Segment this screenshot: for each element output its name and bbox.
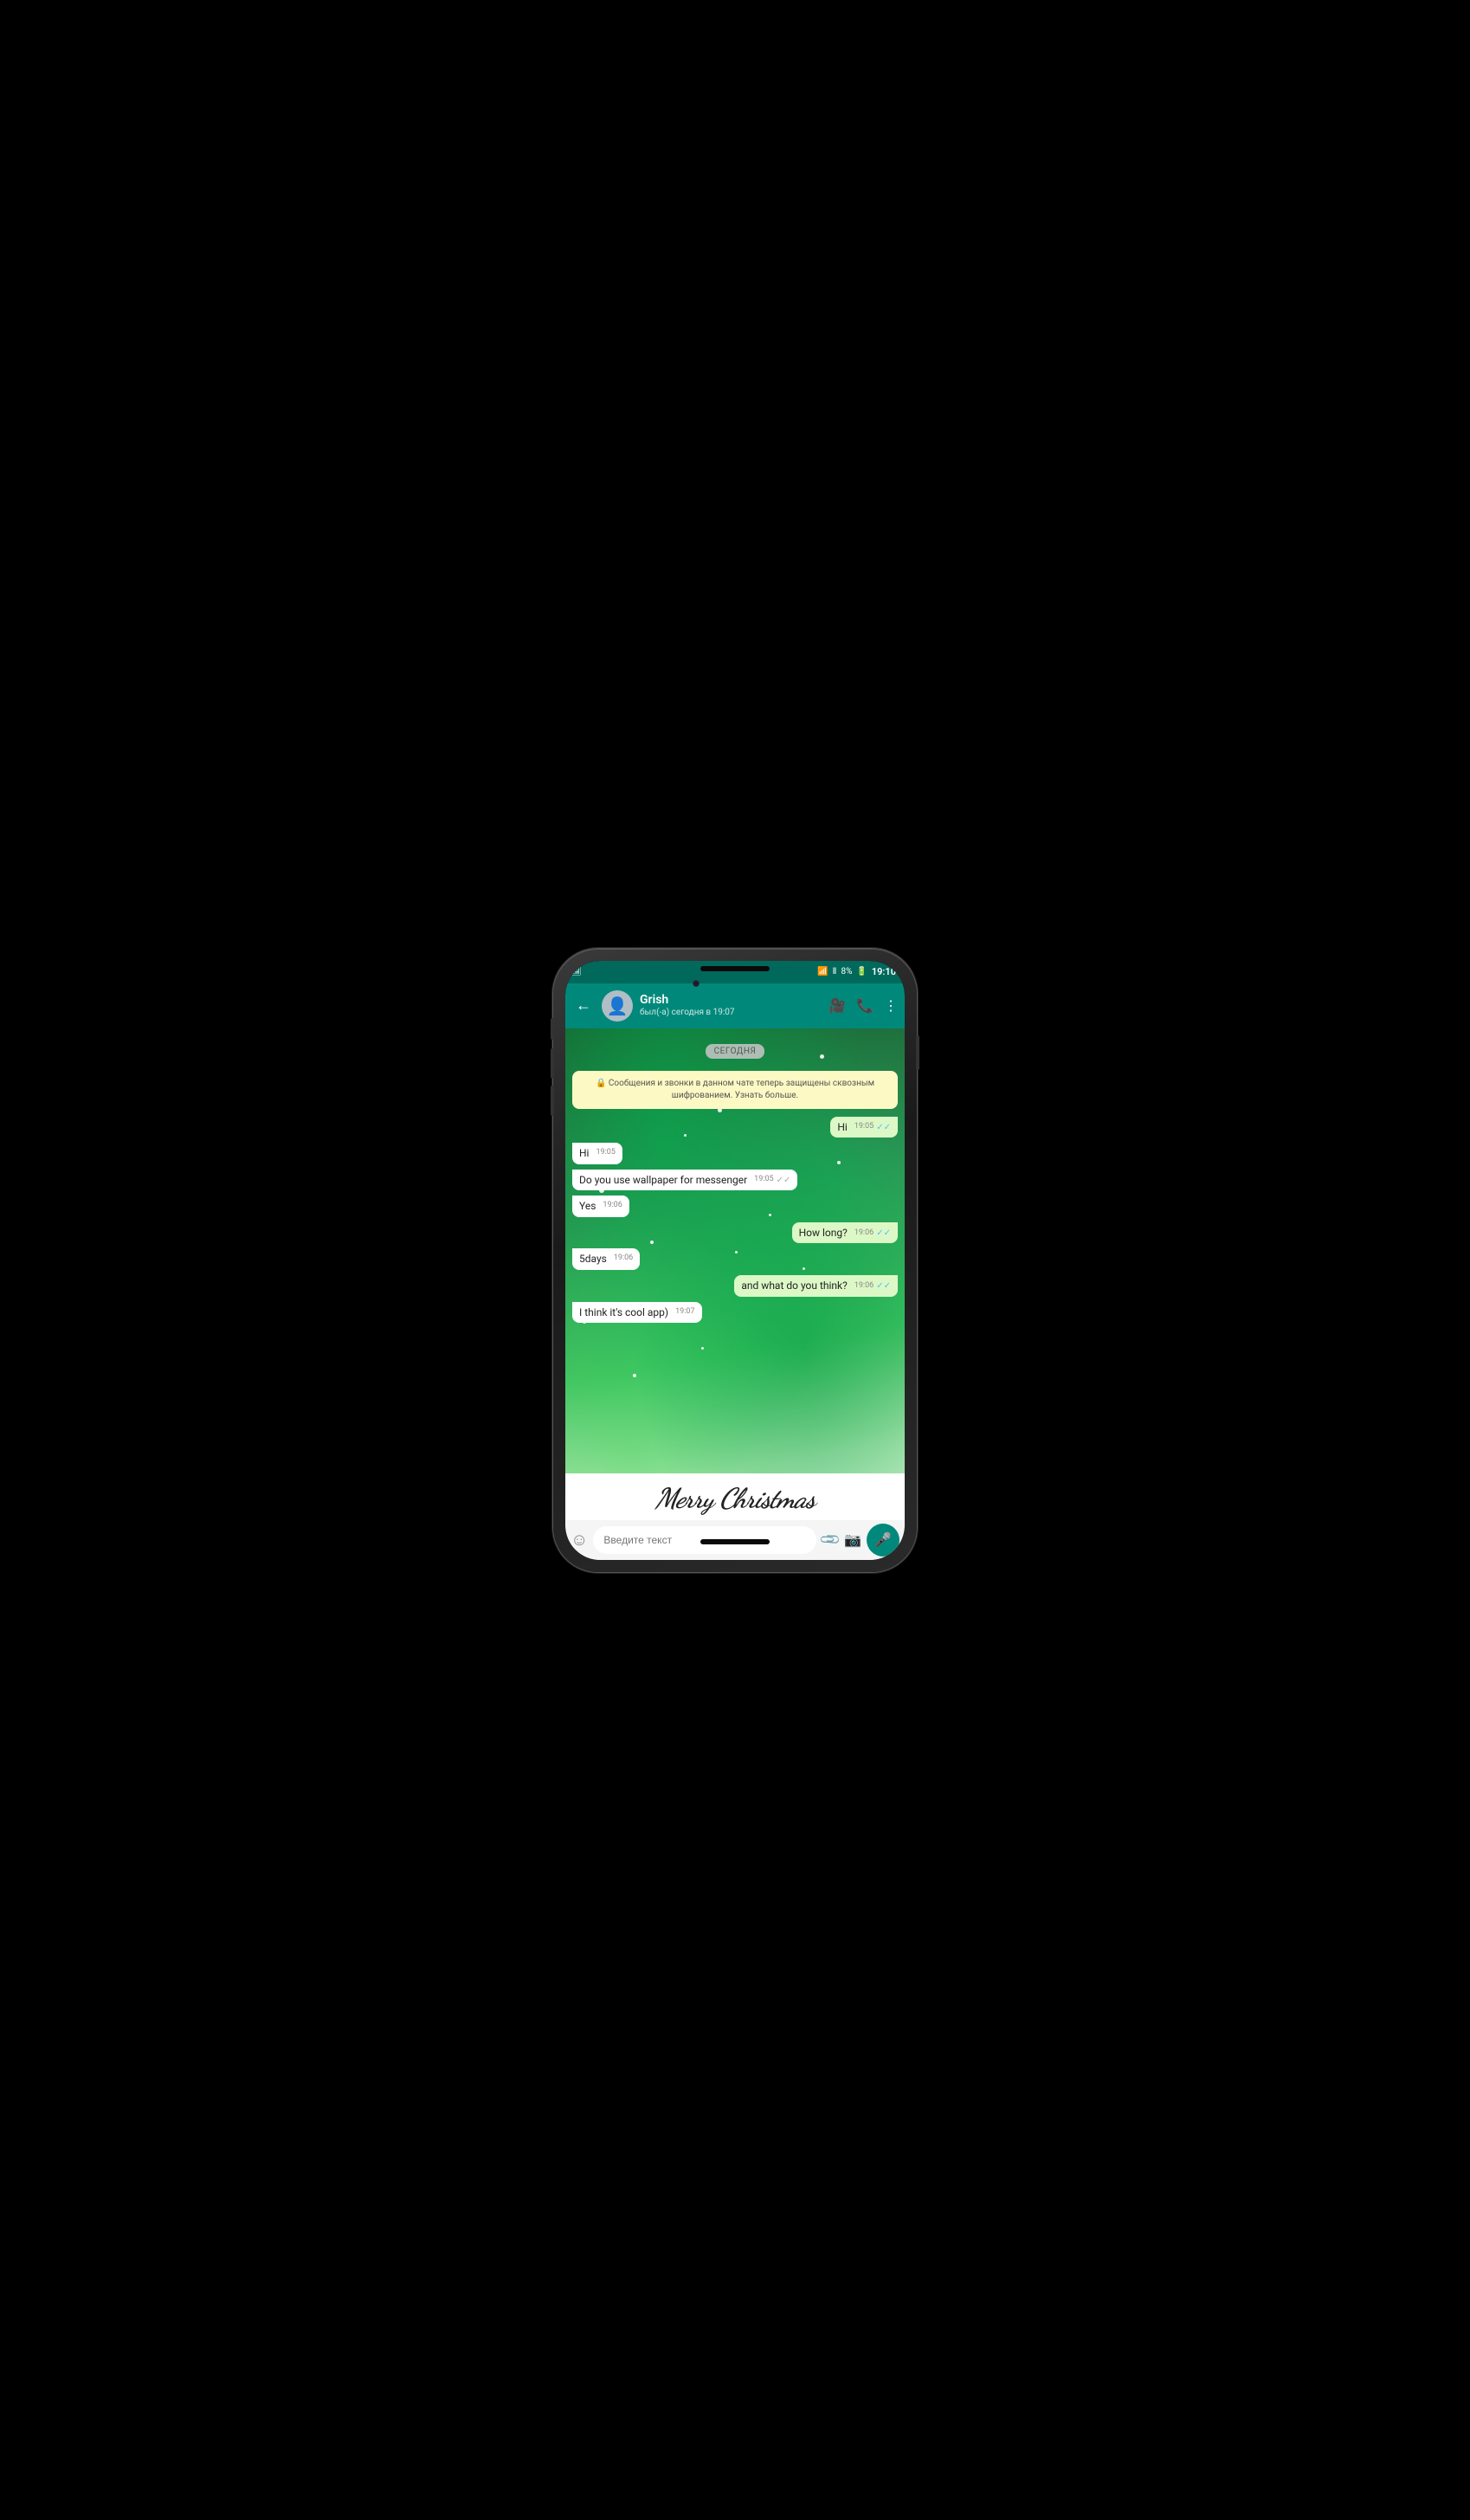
speaker-top	[700, 966, 770, 971]
bubble-meta: 19:06 ✓✓	[854, 1228, 891, 1239]
status-right: 📶 Ⅱ 8% 🔋 19:10	[817, 966, 896, 977]
message-text: How long?	[799, 1227, 848, 1239]
bubble-meta: 19:05 ✓✓	[754, 1175, 790, 1186]
message-text: I think it's cool app)	[579, 1306, 668, 1318]
avatar[interactable]: 👤	[602, 990, 633, 1022]
bubble-received: I think it's cool app) 19:07	[572, 1302, 702, 1324]
camera-button[interactable]: 📷	[844, 1531, 861, 1548]
message-time: 19:06	[854, 1228, 874, 1239]
message-text: Do you use wallpaper for messenger	[579, 1174, 747, 1186]
bubble-sent: and what do you think? 19:06 ✓✓	[734, 1275, 898, 1297]
message-time: 19:05	[596, 1148, 615, 1158]
header-actions: 🎥 📞 ⋮	[828, 997, 898, 1014]
battery-level: 8%	[841, 967, 852, 976]
message-time: 19:07	[675, 1307, 694, 1318]
encryption-notice: 🔒 Сообщения и звонки в данном чате тепер…	[572, 1071, 898, 1109]
bubble-meta: 19:06	[603, 1201, 622, 1211]
bubble-meta: 19:06	[614, 1254, 633, 1264]
back-button[interactable]: ←	[572, 993, 595, 1018]
power-button	[916, 1035, 919, 1070]
message-time: 19:05	[854, 1122, 874, 1132]
message-row: 5days 19:06	[572, 1248, 898, 1270]
bubble-sent: Hi 19:05 ✓✓	[830, 1117, 898, 1138]
message-text: 5days	[579, 1253, 607, 1265]
bubble-sent: How long? 19:06 ✓✓	[792, 1222, 898, 1244]
signal-icon: Ⅱ	[833, 967, 837, 976]
bubble-meta: 19:05 ✓✓	[854, 1122, 891, 1133]
contact-info: Grish был(-а) сегодня в 19:07	[640, 993, 822, 1018]
status-time: 19:10	[872, 966, 896, 977]
status-bar: 🖼 📶 Ⅱ 8% 🔋 19:10	[565, 961, 905, 983]
read-ticks: ✓✓	[876, 1228, 891, 1239]
read-ticks: ✓✓	[777, 1175, 791, 1186]
message-time: 19:06	[603, 1201, 622, 1211]
message-row: How long? 19:06 ✓✓	[572, 1222, 898, 1244]
message-row: Yes 19:06	[572, 1196, 898, 1217]
front-camera	[693, 980, 700, 987]
chat-area: СЕГОДНЯ 🔒 Сообщения и звонки в данном ча…	[565, 1028, 905, 1560]
phone-inner: 🖼 📶 Ⅱ 8% 🔋 19:10 ← 👤 Grish был(-	[565, 961, 905, 1560]
date-divider: СЕГОДНЯ	[706, 1041, 765, 1059]
merry-christmas-section: Merry Christmas	[565, 1473, 905, 1520]
notification-icon: 🖼	[571, 967, 582, 976]
contact-name: Grish	[640, 993, 822, 1008]
message-row: Hi 19:05	[572, 1143, 898, 1164]
battery-icon: 🔋	[856, 967, 867, 976]
message-text: Hi	[579, 1147, 589, 1159]
date-badge: СЕГОДНЯ	[706, 1044, 765, 1059]
message-row: I think it's cool app) 19:07	[572, 1302, 898, 1324]
status-left: 🖼	[571, 967, 582, 976]
phone-frame: 🖼 📶 Ⅱ 8% 🔋 19:10 ← 👤 Grish был(-	[553, 949, 917, 1572]
more-options-icon[interactable]: ⋮	[884, 997, 898, 1014]
message-time: 19:06	[854, 1281, 874, 1292]
message-row: and what do you think? 19:06 ✓✓	[572, 1275, 898, 1297]
bubble-meta: 19:05	[596, 1148, 615, 1158]
speaker-bottom	[700, 1539, 770, 1544]
bubble-meta: 19:07	[675, 1307, 694, 1318]
bubble-received: Yes 19:06	[572, 1196, 629, 1217]
silent-button	[551, 1086, 554, 1116]
attach-button[interactable]: 📎	[818, 1528, 842, 1552]
phone-call-icon[interactable]: 📞	[856, 997, 874, 1014]
message-row: Hi 19:05 ✓✓	[572, 1117, 898, 1138]
merry-christmas-text: Merry Christmas	[576, 1482, 894, 1515]
bubble-received: Do you use wallpaper for messenger 19:05…	[572, 1170, 797, 1191]
mic-button[interactable]: 🎤	[867, 1524, 899, 1556]
chat-messages: СЕГОДНЯ 🔒 Сообщения и звонки в данном ча…	[565, 1028, 905, 1473]
mic-icon: 🎤	[874, 1531, 892, 1548]
avatar-icon: 👤	[607, 996, 629, 1016]
read-ticks: ✓✓	[876, 1122, 891, 1133]
wifi-icon: 📶	[817, 967, 828, 976]
bubble-received: Hi 19:05	[572, 1143, 622, 1164]
message-row: Do you use wallpaper for messenger 19:05…	[572, 1170, 898, 1191]
bubble-meta: 19:06 ✓✓	[854, 1280, 891, 1292]
volume-down-button	[551, 1048, 554, 1079]
volume-up-button	[551, 1018, 554, 1040]
screen: 🖼 📶 Ⅱ 8% 🔋 19:10 ← 👤 Grish был(-	[565, 961, 905, 1560]
contact-status: был(-а) сегодня в 19:07	[640, 1008, 822, 1018]
message-time: 19:05	[754, 1175, 773, 1185]
app-header: ← 👤 Grish был(-а) сегодня в 19:07 🎥 📞 ⋮	[565, 983, 905, 1028]
message-text: Hi	[837, 1121, 847, 1133]
message-time: 19:06	[614, 1254, 633, 1264]
video-call-icon[interactable]: 🎥	[828, 997, 846, 1014]
message-text: and what do you think?	[741, 1279, 847, 1292]
emoji-button[interactable]: ☺	[571, 1529, 588, 1550]
message-text: Yes	[579, 1200, 596, 1212]
bubble-received: 5days 19:06	[572, 1248, 640, 1270]
read-ticks: ✓✓	[876, 1280, 891, 1292]
